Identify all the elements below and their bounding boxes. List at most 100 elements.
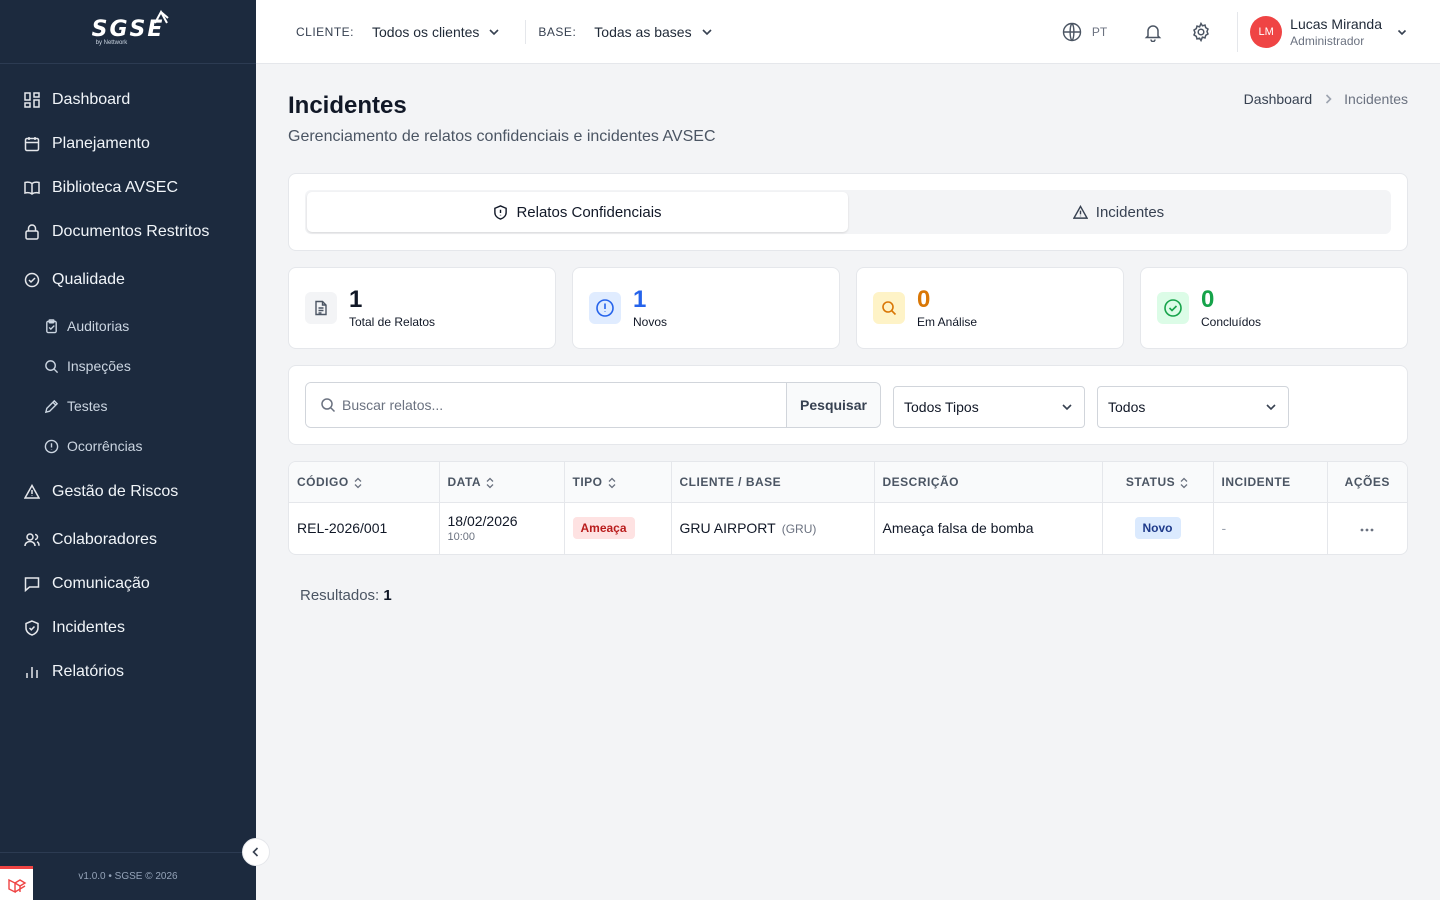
sidebar-item-riscos[interactable]: Gestão de Riscos — [0, 466, 256, 518]
sidebar-item-label: Incidentes — [52, 619, 125, 636]
breadcrumb-dashboard[interactable]: Dashboard — [1244, 91, 1313, 107]
sidebar-subitem-label: Inspeções — [67, 358, 131, 374]
column-header-descricao: DESCRIÇÃO — [874, 462, 1103, 503]
user-info: Lucas Miranda Administrador — [1290, 16, 1382, 48]
sidebar-item-dashboard[interactable]: Dashboard — [0, 78, 256, 122]
stat-content: 1 Novos — [633, 286, 668, 330]
sidebar-subitem-label: Auditorias — [67, 318, 130, 334]
more-actions-button[interactable] — [1359, 527, 1375, 533]
base-filter-value: Todas as bases — [594, 23, 692, 40]
sidebar-subitem-inspecoes[interactable]: Inspeções — [0, 346, 256, 386]
notifications-button[interactable] — [1141, 20, 1165, 44]
users-icon — [24, 532, 40, 548]
clipboard-icon — [44, 318, 59, 334]
sidebar-item-label: Qualidade — [52, 271, 125, 288]
sidebar-subitem-auditorias[interactable]: Auditorias — [0, 306, 256, 346]
results-value: 1 — [383, 587, 392, 604]
search-button[interactable]: Pesquisar — [786, 383, 880, 427]
sidebar-subitem-label: Testes — [67, 398, 108, 414]
sidebar-item-label: Gestão de Riscos — [52, 483, 179, 500]
sidebar-nav: Dashboard Planejamento Biblioteca AVSEC … — [0, 64, 256, 694]
sidebar-item-label: Dashboard — [52, 91, 131, 108]
column-header-data[interactable]: DATA — [439, 462, 565, 503]
page-title: Incidentes — [288, 92, 407, 119]
topbar: CLIENTE: Todos os clientes BASE: Todas a… — [256, 0, 1440, 64]
table-row[interactable]: REL-2026/001 18/02/2026 10:00 Ameaça GRU… — [289, 502, 1407, 554]
client-filter-label: CLIENTE: — [296, 24, 355, 39]
lock-icon — [24, 224, 40, 240]
sort-icon — [353, 477, 363, 489]
sidebar-item-planejamento[interactable]: Planejamento — [0, 122, 256, 166]
sort-icon — [1179, 477, 1189, 489]
client-name: GRU AIRPORT — [679, 520, 776, 537]
logo[interactable]: SGSE by Nettwork — [92, 9, 170, 46]
book-icon — [24, 180, 40, 196]
search-input[interactable] — [306, 383, 786, 427]
tab-relatos-confidenciais[interactable]: Relatos Confidenciais — [307, 192, 848, 232]
breadcrumb-current: Incidentes — [1344, 91, 1408, 107]
reports-table-card: CÓDIGO DATA TIPO CLIENTE / BASE DESCRIÇÃ… — [288, 461, 1408, 555]
stat-content: 0 Em Análise — [917, 287, 977, 330]
sidebar-subitem-ocorrencias[interactable]: Ocorrências — [0, 426, 256, 466]
user-menu[interactable]: LM Lucas Miranda Administrador — [1237, 12, 1408, 52]
stat-value: 1 — [633, 286, 647, 313]
sort-icon — [485, 477, 495, 489]
sidebar-footer: v1.0.0 • SGSE © 2026 — [0, 852, 256, 900]
ellipsis-icon — [1360, 528, 1374, 532]
sidebar-item-qualidade[interactable]: Qualidade — [0, 254, 256, 306]
topbar-divider — [525, 19, 527, 44]
shield-icon — [24, 620, 40, 636]
base-code: (GRU) — [781, 522, 817, 537]
column-header-codigo[interactable]: CÓDIGO — [289, 462, 440, 503]
column-header-acoes: AÇÕES — [1327, 462, 1407, 503]
stat-card-novos: 1 Novos — [572, 267, 840, 349]
base-filter[interactable]: BASE: Todas as bases — [538, 24, 713, 40]
debug-badge[interactable] — [0, 866, 33, 900]
sidebar-item-relatorios[interactable]: Relatórios — [0, 650, 256, 694]
table-header-row: CÓDIGO DATA TIPO CLIENTE / BASE DESCRIÇÃ… — [289, 462, 1407, 503]
pen-icon — [44, 399, 59, 414]
search-box: Pesquisar — [305, 382, 881, 428]
status-filter-select[interactable]: Todos — [1097, 386, 1289, 428]
type-filter-select[interactable]: Todos Tipos — [893, 386, 1085, 428]
sidebar-item-label: Relatórios — [52, 663, 125, 680]
bell-icon — [1144, 25, 1162, 42]
column-header-status[interactable]: STATUS — [1102, 462, 1214, 503]
cell-type: Ameaça — [564, 502, 672, 554]
stat-content: 1 Total de Relatos — [349, 287, 435, 330]
stat-value: 0 — [1201, 286, 1215, 313]
client-filter[interactable]: CLIENTE: Todos os clientes — [296, 24, 501, 40]
check-circle-icon — [24, 272, 40, 288]
gear-icon — [1193, 22, 1210, 42]
sidebar-item-documentos[interactable]: Documentos Restritos — [0, 210, 256, 254]
sidebar-item-label: Documentos Restritos — [52, 223, 210, 240]
stat-label: Novos — [633, 315, 668, 329]
cell-incident: - — [1213, 502, 1328, 554]
sidebar-item-comunicacao[interactable]: Comunicação — [0, 562, 256, 606]
tab-incidentes[interactable]: Incidentes — [848, 192, 1389, 232]
language-selector[interactable]: PT — [1062, 22, 1107, 42]
warning-icon — [1072, 204, 1088, 219]
calendar-icon — [24, 136, 40, 152]
main-content: Incidentes Gerenciamento de relatos conf… — [256, 64, 1440, 900]
cell-actions — [1327, 502, 1407, 554]
cell-code: REL-2026/001 — [289, 502, 440, 554]
stat-card-total: 1 Total de Relatos — [288, 267, 556, 349]
column-header-incidente: INCIDENTE — [1213, 462, 1328, 503]
alert-circle-icon — [589, 292, 621, 324]
column-header-tipo[interactable]: TIPO — [564, 462, 672, 503]
settings-button[interactable] — [1189, 20, 1213, 44]
type-badge: Ameaça — [572, 517, 635, 540]
cell-status: Novo — [1102, 502, 1214, 554]
tab-list: Relatos Confidenciais Incidentes — [305, 190, 1391, 234]
sidebar-collapse-button[interactable] — [242, 838, 270, 866]
sidebar-item-biblioteca[interactable]: Biblioteca AVSEC — [0, 166, 256, 210]
sidebar-item-incidentes[interactable]: Incidentes — [0, 606, 256, 650]
chevron-left-icon — [252, 847, 259, 857]
sidebar-subitem-testes[interactable]: Testes — [0, 386, 256, 426]
language-code: PT — [1091, 25, 1108, 39]
stat-content: 0 Concluídos — [1201, 286, 1261, 330]
chevron-down-icon — [702, 28, 712, 35]
sidebar-item-colaboradores[interactable]: Colaboradores — [0, 518, 256, 562]
avatar: LM — [1250, 16, 1283, 48]
